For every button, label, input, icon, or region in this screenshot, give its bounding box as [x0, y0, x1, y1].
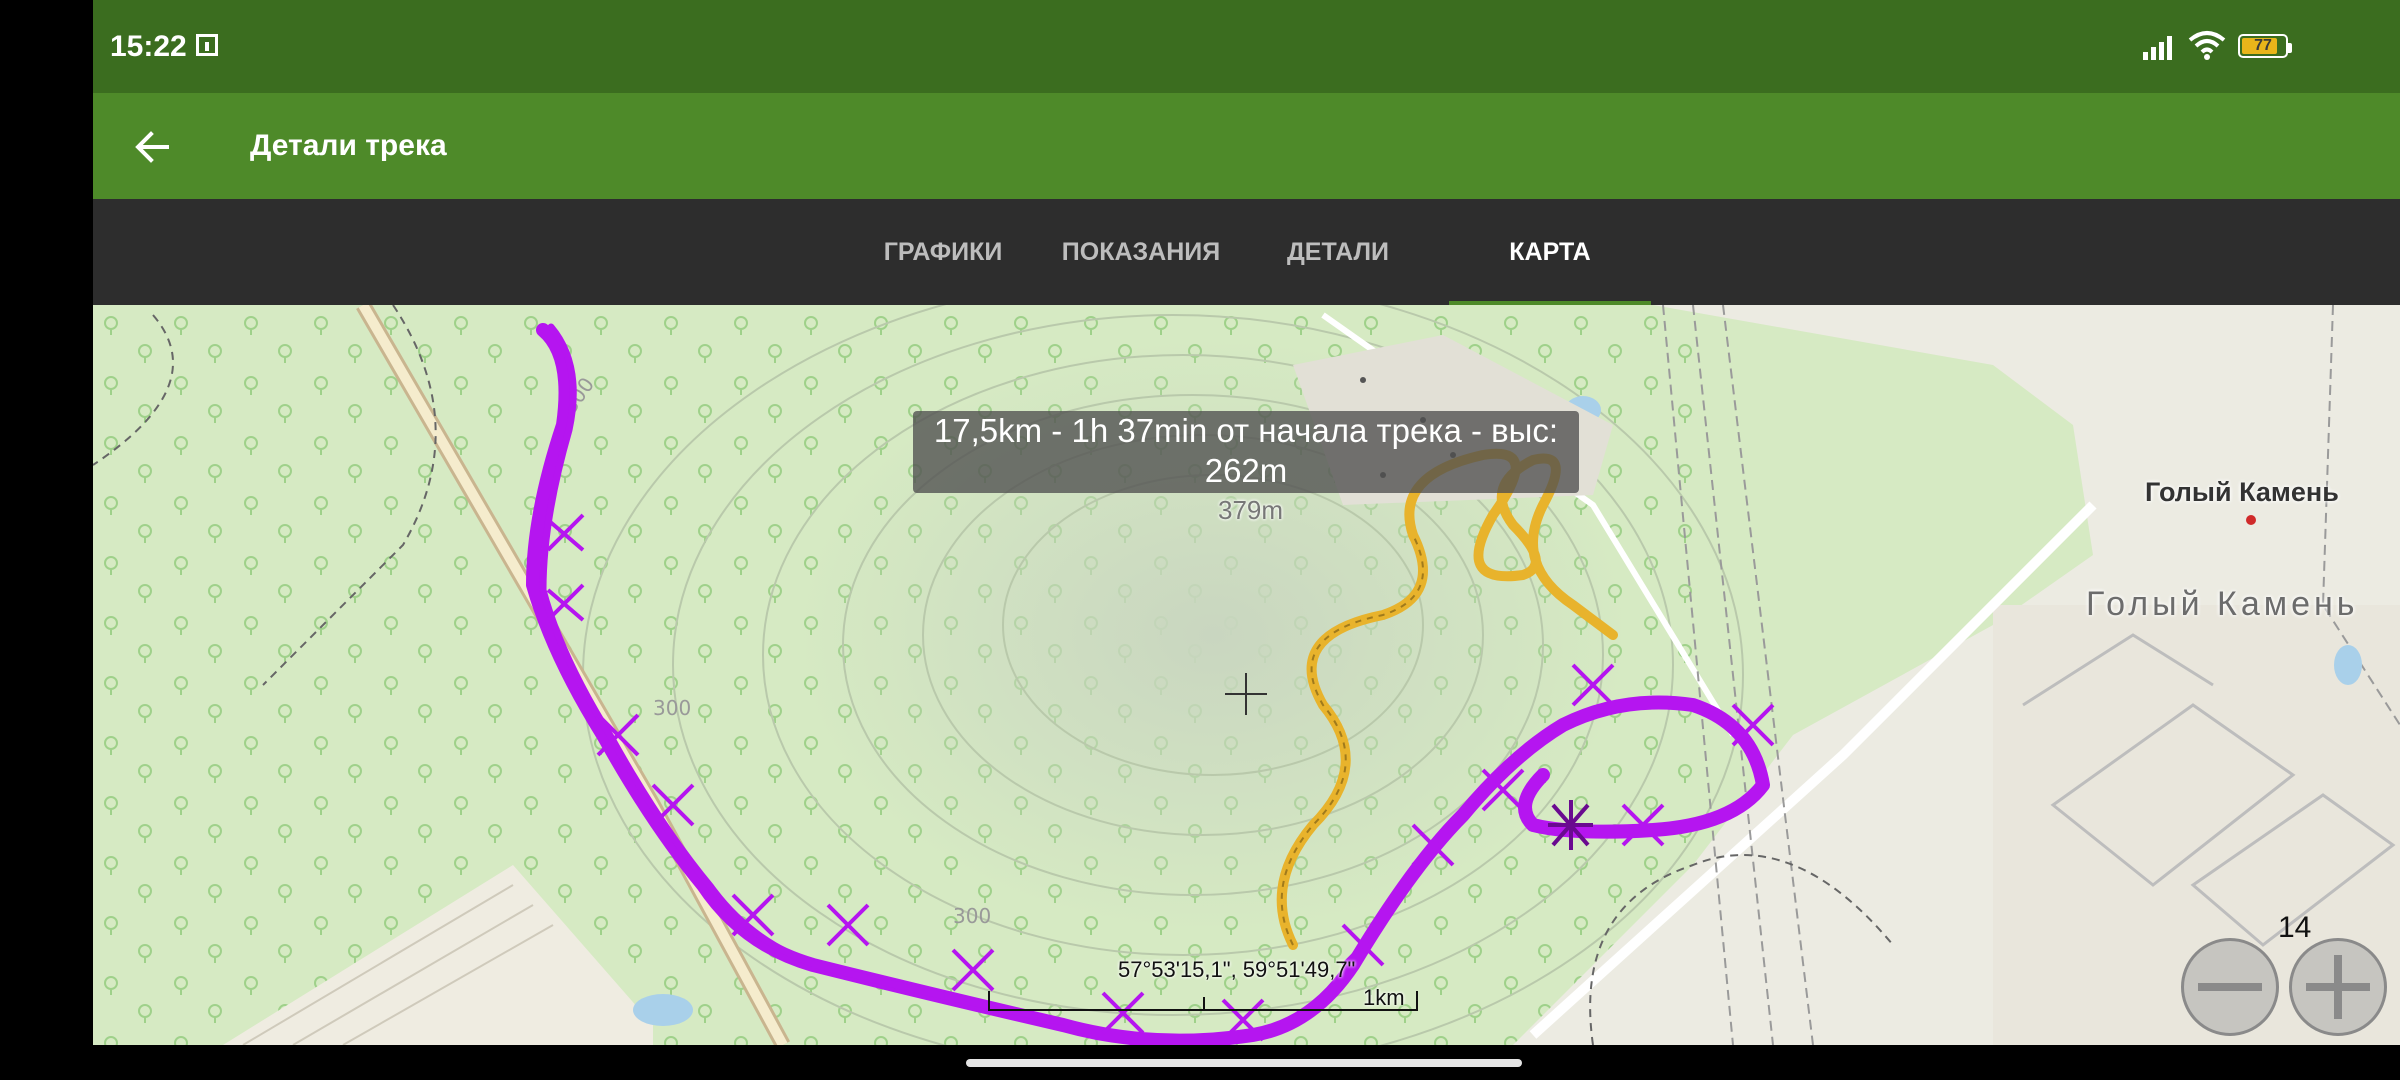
track-info-box: 17,5km - 1h 37min от начала трека - выс:… [913, 411, 1579, 493]
signal-icon [2143, 36, 2172, 60]
tab-details[interactable]: ДЕТАЛИ [1263, 199, 1413, 305]
tab-bar: ГРАФИКИ ПОКАЗАНИЯ ДЕТАЛИ КАРТА [93, 199, 2400, 305]
contour-label: 300 [653, 696, 691, 720]
scale-bar [988, 991, 1418, 1011]
tab-graphs[interactable]: ГРАФИКИ [863, 199, 1023, 305]
notification-icon [196, 34, 218, 56]
home-indicator[interactable] [966, 1059, 1522, 1067]
map-view[interactable]: 300 300 300 17,5km - 1h 37min от начала … [93, 305, 2400, 1045]
tab-readings[interactable]: ПОКАЗАНИЯ [1041, 199, 1241, 305]
status-time: 15:22 [110, 30, 187, 63]
tab-graphs-label: ГРАФИКИ [883, 238, 1003, 266]
back-button[interactable] [123, 117, 183, 177]
arrow-left-icon [135, 131, 169, 163]
battery-level: 77 [2254, 37, 2272, 54]
place-label: Голый Камень [2145, 477, 2339, 507]
zoom-level: 14 [2278, 911, 2312, 944]
tab-map[interactable]: КАРТА [1449, 199, 1651, 305]
plus-icon [2306, 955, 2370, 1019]
tab-map-label: КАРТА [1509, 238, 1591, 266]
contour-label: 300 [953, 904, 991, 928]
peak-elevation-label: 379m [1218, 495, 1284, 525]
position-marker-icon [1548, 800, 1593, 850]
screen: 15:22 77 Детали трека ГРАФИКИ ПОКАЗАНИЯ … [93, 0, 2400, 1080]
place-marker-icon [2246, 515, 2256, 525]
scale-label: 1km [1363, 985, 1405, 1010]
status-bar: 15:22 77 [93, 0, 2400, 93]
tab-details-label: ДЕТАЛИ [1286, 238, 1390, 266]
place-label-large: Голый Камень [2086, 585, 2359, 623]
coordinates-readout: 57°53'15,1", 59°51'49,7" [1118, 957, 1356, 982]
scale-bar-tick [1203, 997, 1205, 1009]
page-title: Детали трека [250, 129, 447, 162]
track-info-line1: 17,5km - 1h 37min от начала трека - выс: [933, 412, 1559, 449]
system-nav-bar [93, 1045, 2400, 1080]
minus-icon [2198, 983, 2262, 991]
battery-tip [2288, 43, 2292, 53]
app-bar: Детали трека [93, 93, 2400, 199]
wifi-icon [2188, 31, 2226, 60]
zoom-in-button[interactable] [2289, 938, 2387, 1036]
tab-readings-label: ПОКАЗАНИЯ [1061, 238, 1221, 266]
track-info-line2: 262m [1204, 452, 1288, 489]
zoom-out-button[interactable] [2181, 938, 2279, 1036]
battery-icon: 77 [2238, 34, 2292, 58]
